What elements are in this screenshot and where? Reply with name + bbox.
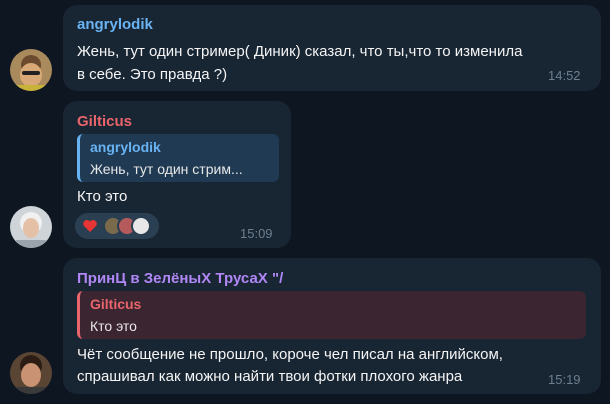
reply-sender: Gilticus bbox=[90, 296, 142, 312]
reaction-chip[interactable] bbox=[75, 213, 159, 239]
sender-name[interactable]: ПринЦ в ЗелёныХ ТрусаХ "/ bbox=[77, 270, 283, 287]
reply-text: Кто это bbox=[90, 318, 137, 334]
message-bubble[interactable]: angrylodik Жень, тут один стример( Диник… bbox=[63, 5, 601, 91]
reaction-avatar bbox=[131, 216, 151, 236]
sender-name[interactable]: angrylodik bbox=[77, 16, 153, 33]
message-time: 15:09 bbox=[240, 226, 273, 241]
heart-icon bbox=[83, 220, 97, 232]
message-bubble[interactable]: Gilticus angrylodik Жень, тут один стрим… bbox=[63, 101, 291, 248]
message-time: 15:19 bbox=[548, 372, 581, 387]
reply-sender: angrylodik bbox=[90, 139, 161, 155]
message-text: в себе. Это правда ?) bbox=[77, 66, 228, 83]
avatar-angrylodik[interactable] bbox=[10, 49, 52, 91]
message-text: Кто это bbox=[77, 188, 128, 205]
message-bubble[interactable]: ПринЦ в ЗелёныХ ТрусаХ "/ Gilticus Кто э… bbox=[63, 258, 601, 394]
reply-quote[interactable]: Gilticus Кто это bbox=[77, 291, 586, 339]
message-text: Чёт сообщение не прошло, короче чел писа… bbox=[77, 346, 503, 363]
reply-quote[interactable]: angrylodik Жень, тут один стрим... bbox=[77, 134, 279, 182]
avatar-gilticus[interactable] bbox=[10, 206, 52, 248]
sender-name[interactable]: Gilticus bbox=[77, 113, 132, 130]
message-time: 14:52 bbox=[548, 68, 581, 83]
avatar-prince[interactable] bbox=[10, 352, 52, 394]
message-text: Жень, тут один стример( Диник) сказал, ч… bbox=[77, 43, 523, 60]
reply-text: Жень, тут один стрим... bbox=[90, 161, 243, 177]
message-text: спрашивал как можно найти твои фотки пло… bbox=[77, 368, 463, 385]
